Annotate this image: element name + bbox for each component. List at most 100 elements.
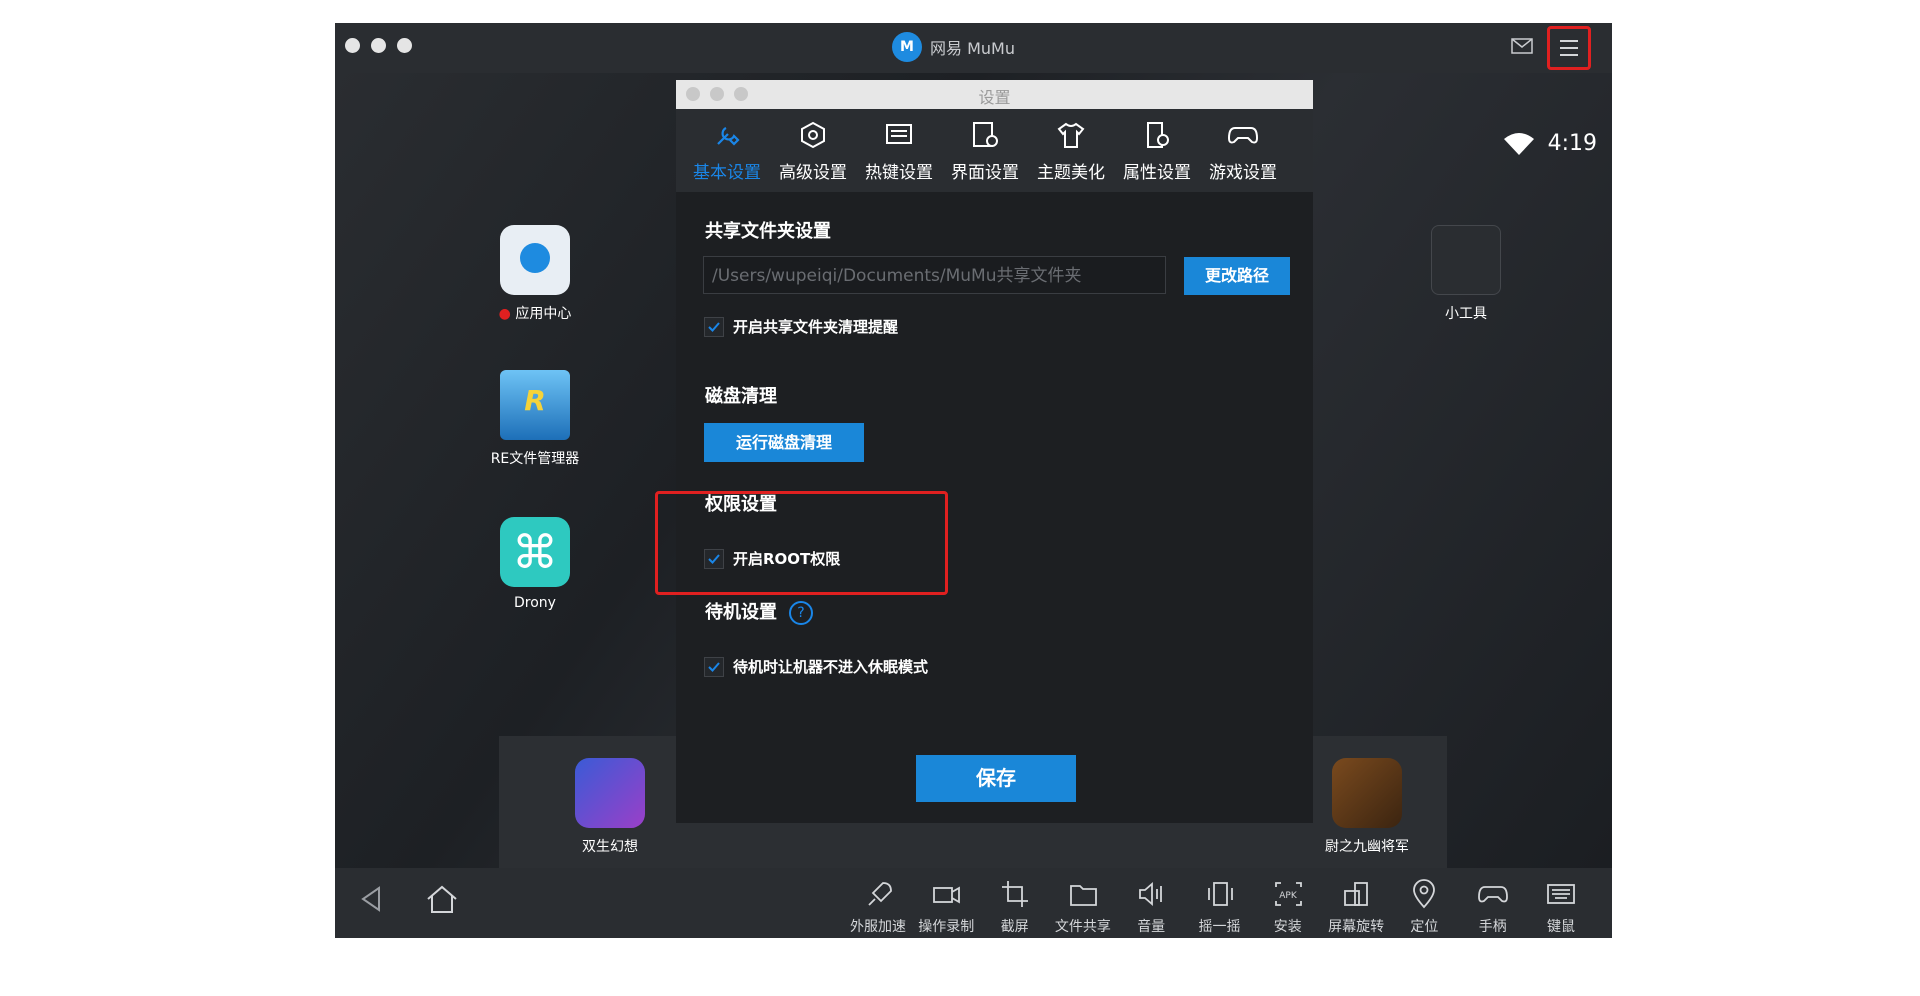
home-icon[interactable] (425, 884, 459, 918)
back-icon[interactable] (359, 884, 385, 918)
toolbar-label: 手柄 (1478, 919, 1507, 935)
wifi-icon (1503, 132, 1534, 155)
menu-icon (1560, 40, 1578, 56)
standby-no-sleep-checkbox[interactable]: 待机时让机器不进入休眠模式 (704, 656, 928, 677)
checkbox-box[interactable] (704, 316, 724, 337)
tab-property-settings[interactable]: 属性设置 (1114, 115, 1200, 183)
general-game-icon (1332, 758, 1402, 828)
tab-label: 高级设置 (779, 163, 847, 183)
standby-heading-text: 待机设置 (705, 602, 777, 623)
toolbar-rotate-button[interactable]: 屏幕旋转 (1323, 878, 1389, 936)
desktop-icon-app-center[interactable]: ● 应用中心 (480, 225, 590, 323)
bottom-toolbar: 外服加速 操作录制 截屏 文件共享 音量 摇一摇 APK 安装 屏幕旋转 定位 手柄 键鼠 (335, 868, 1612, 938)
cleanup-reminder-checkbox[interactable]: 开启共享文件夹清理提醒 (704, 316, 898, 337)
dock-app-label: 双生幻想 (582, 839, 638, 855)
title-bar: M 网易 MuMu (335, 23, 1612, 73)
toolbar-label: 操作录制 (918, 919, 975, 935)
maximize-window-button[interactable] (397, 38, 412, 53)
location-icon (1391, 878, 1457, 910)
settings-dialog: 设置 基本设置 高级设置 热键设置 界面设置 主题美化 属性设置 游戏设置 共享… (676, 80, 1313, 823)
phone-gear-icon (1114, 115, 1200, 155)
hexagon-icon (770, 115, 856, 155)
clock: 4:19 (1547, 131, 1597, 156)
help-icon[interactable]: ? (789, 601, 813, 625)
desktop-icon-re-file-manager[interactable]: R RE文件管理器 (480, 370, 590, 468)
tab-label: 主题美化 (1037, 163, 1105, 183)
app-title-text: 网易 MuMu (930, 39, 1015, 58)
toolbar-label: 截屏 (1000, 919, 1029, 935)
minimize-window-button[interactable] (371, 38, 386, 53)
window-controls (345, 38, 412, 53)
check-icon (708, 661, 720, 672)
dialog-title-bar: 设置 (676, 80, 1313, 109)
toolbar-folder-button[interactable]: 文件共享 (1050, 878, 1116, 936)
close-window-button[interactable] (345, 38, 360, 53)
crop-icon (982, 878, 1048, 910)
desktop-icon-label: Drony (514, 595, 556, 611)
tshirt-icon (1028, 115, 1114, 155)
tab-advanced-settings[interactable]: 高级设置 (770, 115, 856, 183)
tab-interface-settings[interactable]: 界面设置 (942, 115, 1028, 183)
app-title: M 网易 MuMu (892, 32, 1015, 62)
tab-theme[interactable]: 主题美化 (1028, 115, 1114, 183)
check-icon (708, 321, 720, 332)
toolbar-rocket-button[interactable]: 外服加速 (845, 878, 911, 936)
toolbar-label: 键鼠 (1547, 919, 1575, 935)
toolbar-apk-button[interactable]: APK 安装 (1255, 878, 1321, 936)
tab-game-settings[interactable]: 游戏设置 (1200, 115, 1286, 183)
new-dot: ● (498, 306, 511, 322)
keyboard-icon (856, 115, 942, 155)
wrench-icon (684, 115, 770, 155)
desktop-icon-drony[interactable]: ⌘ Drony (480, 517, 590, 611)
twin-fantasy-icon (575, 758, 645, 828)
shared-folder-heading: 共享文件夹设置 (705, 221, 831, 242)
toolbar-crop-button[interactable]: 截屏 (982, 878, 1048, 936)
change-path-button[interactable]: 更改路径 (1184, 257, 1290, 295)
toolbar-label: 摇一摇 (1198, 919, 1241, 935)
status-bar: 4:19 (1503, 131, 1597, 156)
shake-icon (1187, 878, 1253, 910)
toolbar-shake-button[interactable]: 摇一摇 (1187, 878, 1253, 936)
desktop-icon-tools[interactable]: 小工具 (1411, 225, 1521, 323)
re-file-manager-icon: R (500, 370, 570, 440)
toolbar-label: 屏幕旋转 (1328, 919, 1385, 935)
keyboard-icon (1528, 878, 1594, 910)
shared-folder-path-field[interactable]: /Users/wupeiqi/Documents/MuMu共享文件夹 (703, 256, 1166, 294)
tab-label: 界面设置 (951, 163, 1019, 183)
dock-app-twin-fantasy[interactable]: 双生幻想 (555, 758, 665, 856)
run-disk-cleanup-button[interactable]: 运行磁盘清理 (704, 423, 864, 462)
tab-label: 热键设置 (865, 163, 933, 183)
toolbar-keyboard-button[interactable]: 键鼠 (1528, 878, 1594, 936)
toolbar-label: 文件共享 (1054, 919, 1111, 935)
checkbox-label: 开启共享文件夹清理提醒 (733, 318, 899, 336)
standby-heading: 待机设置? (705, 598, 813, 625)
rocket-icon (845, 878, 911, 910)
tools-folder-icon (1431, 225, 1501, 295)
highlight-root-permission (655, 491, 948, 595)
toolbar-label: 外服加速 (850, 919, 906, 935)
mumu-logo-icon: M (892, 32, 922, 62)
toolbar-volume-button[interactable]: 音量 (1118, 878, 1184, 936)
toolbar-video-button[interactable]: 操作录制 (913, 878, 979, 936)
screen-gear-icon (942, 115, 1028, 155)
dock-app-label: 尉之九幽将军 (1325, 839, 1409, 855)
app-center-icon (500, 225, 570, 295)
toolbar-label: 定位 (1410, 919, 1439, 935)
checkbox-box[interactable] (704, 656, 724, 677)
main-menu-button[interactable] (1547, 26, 1591, 70)
disk-cleanup-heading: 磁盘清理 (705, 386, 777, 407)
tab-hotkey-settings[interactable]: 热键设置 (856, 115, 942, 183)
tab-label: 游戏设置 (1209, 163, 1277, 183)
tab-label: 基本设置 (693, 163, 761, 183)
tab-basic-settings[interactable]: 基本设置 (684, 115, 770, 183)
desktop-icon-label: RE文件管理器 (490, 451, 580, 467)
settings-tabs: 基本设置 高级设置 热键设置 界面设置 主题美化 属性设置 游戏设置 (676, 109, 1313, 192)
toolbar-location-button[interactable]: 定位 (1391, 878, 1457, 936)
mail-icon[interactable] (1511, 37, 1533, 59)
toolbar-gamepad-button[interactable]: 手柄 (1460, 878, 1526, 936)
toolbar-label: 音量 (1137, 919, 1166, 935)
toolbar-label: 安装 (1273, 919, 1302, 935)
dock-app-general[interactable]: 尉之九幽将军 (1307, 758, 1427, 856)
tab-label: 属性设置 (1123, 163, 1191, 183)
save-button[interactable]: 保存 (916, 755, 1076, 802)
